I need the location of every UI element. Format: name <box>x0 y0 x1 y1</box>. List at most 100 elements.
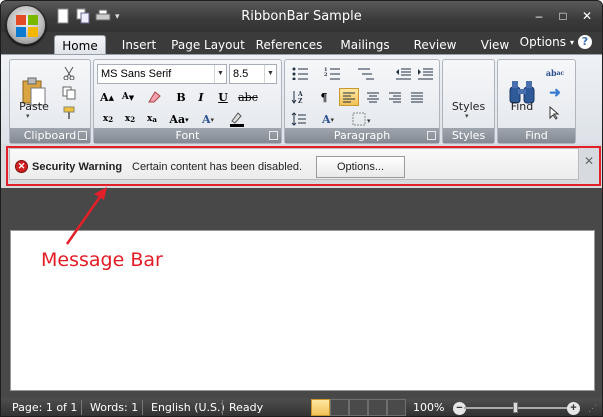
superscript-alt-icon[interactable]: xa <box>142 110 162 128</box>
font-group-label: Font <box>94 128 281 143</box>
borders-icon[interactable]: ▾ <box>349 110 375 128</box>
draft-icon[interactable] <box>387 399 406 416</box>
subscript-icon[interactable]: x2 <box>98 110 118 128</box>
minimize-icon[interactable]: – <box>528 7 550 25</box>
line-spacing-icon[interactable] <box>289 110 309 128</box>
font-size-combo[interactable]: 8.5 ▼ <box>229 64 277 84</box>
tab-mailings[interactable]: Mailings <box>336 35 394 55</box>
tab-insert[interactable]: Insert <box>115 35 163 55</box>
clear-formatting-icon[interactable] <box>144 88 164 106</box>
change-case-button[interactable]: Aa ▾ <box>164 110 194 128</box>
change-case-glyph: Aa <box>169 112 186 126</box>
svg-text:2: 2 <box>324 72 328 78</box>
full-screen-reading-icon[interactable] <box>330 399 349 416</box>
message-bar-highlight <box>6 146 601 186</box>
tab-view[interactable]: View <box>476 35 514 55</box>
underline-button[interactable]: U <box>214 88 232 106</box>
resize-grip-icon[interactable]: ⋰ <box>588 403 597 414</box>
view-buttons <box>311 399 406 416</box>
svg-text:Z: Z <box>298 98 303 104</box>
shrink-font-button[interactable]: A ▼ <box>119 88 137 106</box>
help-icon[interactable]: ? <box>578 35 592 49</box>
zoom-in-icon[interactable]: + <box>567 402 580 415</box>
paste-dropdown-icon[interactable]: ▾ <box>26 112 30 120</box>
grow-font-button[interactable]: A ▲ <box>98 88 116 106</box>
goto-arrow-icon[interactable]: ➜ <box>546 84 564 102</box>
font-name-value: MS Sans Serif <box>101 68 172 80</box>
web-layout-icon[interactable] <box>349 399 368 416</box>
format-painter-icon[interactable] <box>60 104 78 122</box>
title-bar: ▾ RibbonBar Sample – □ ✕ <box>1 1 602 32</box>
font-name-combo[interactable]: MS Sans Serif ▼ <box>97 64 227 84</box>
font-launcher-icon[interactable] <box>269 131 278 140</box>
italic-button[interactable]: I <box>192 88 210 106</box>
tab-references[interactable]: References <box>254 35 324 55</box>
window-controls: – □ ✕ <box>528 7 598 25</box>
decrease-indent-icon[interactable] <box>393 64 413 82</box>
numbering-icon[interactable]: 12 <box>321 64 349 82</box>
highlight-color-icon[interactable] <box>224 110 252 128</box>
ribbon: Paste ▾ Clipboard MS Sans Serif ▼ 8.5 ▼ <box>1 54 602 144</box>
chevron-down-icon: ▼ <box>214 65 226 83</box>
outline-icon[interactable] <box>368 399 387 416</box>
sort-icon[interactable]: AZ <box>289 88 309 106</box>
paste-label: Paste <box>19 100 49 113</box>
find-group-label: Find <box>498 128 575 143</box>
bold-button[interactable]: B <box>172 88 190 106</box>
svg-text:▾: ▾ <box>367 116 371 125</box>
app-window: ▾ RibbonBar Sample – □ ✕ Home Insert Pag… <box>0 0 603 417</box>
font-group: MS Sans Serif ▼ 8.5 ▼ A ▲ A ▼ B I U abc x2… <box>93 59 282 144</box>
shading-icon[interactable]: A ▾ <box>315 110 341 128</box>
multilevel-list-icon[interactable] <box>353 64 381 82</box>
zoom-slider[interactable] <box>464 407 572 409</box>
paragraph-group: 12 AZ ¶ A ▾ ▾ Paragraph <box>284 59 440 144</box>
svg-text:A: A <box>297 91 303 98</box>
align-center-icon[interactable] <box>363 88 383 106</box>
options-menu[interactable]: Options ▾ ? <box>520 35 592 49</box>
status-bar: Page: 1 of 1 Words: 1 English (U.S.) Rea… <box>1 398 602 416</box>
status-ready: Ready <box>229 401 264 414</box>
align-right-icon[interactable] <box>385 88 405 106</box>
find-group: Find ab ac ➜ Find <box>497 59 576 144</box>
close-icon[interactable]: ✕ <box>576 7 598 25</box>
bullets-icon[interactable] <box>289 64 317 82</box>
increase-indent-icon[interactable] <box>415 64 435 82</box>
zoom-slider-thumb[interactable] <box>513 402 518 413</box>
tab-home[interactable]: Home <box>54 35 106 55</box>
shrink-font-glyph: A <box>121 92 129 102</box>
styles-group[interactable]: Styles ▾ Styles <box>442 59 495 144</box>
clipboard-group: Paste ▾ Clipboard <box>9 59 91 144</box>
align-left-icon[interactable] <box>339 88 359 106</box>
replace-icon[interactable]: ab ac <box>546 64 564 82</box>
zoom-level[interactable]: 100% <box>413 401 444 414</box>
status-language: English (U.S.) <box>151 401 225 414</box>
tab-review[interactable]: Review <box>410 35 460 55</box>
justify-icon[interactable] <box>407 88 427 106</box>
annotation-label: Message Bar <box>41 249 163 271</box>
strikethrough-button[interactable]: abc <box>236 88 260 106</box>
chevron-down-icon: ▾ <box>569 37 574 47</box>
grow-font-glyph: A <box>100 90 109 104</box>
tab-page-layout[interactable]: Page Layout <box>171 35 245 55</box>
maximize-icon[interactable]: □ <box>552 7 574 25</box>
ribbon-tabs: Home Insert Page Layout References Maili… <box>1 32 602 55</box>
clipboard-launcher-icon[interactable] <box>78 131 87 140</box>
status-words: Words: 1 <box>90 401 139 414</box>
office-logo-icon <box>16 15 38 37</box>
status-divider <box>81 400 82 415</box>
paragraph-group-label: Paragraph <box>285 128 439 143</box>
font-color-glyph: A <box>201 112 211 126</box>
copy-icon[interactable] <box>60 84 78 102</box>
show-formatting-button[interactable]: ¶ <box>315 88 333 106</box>
print-layout-icon[interactable] <box>311 399 330 416</box>
chevron-down-icon: ▾ <box>465 113 469 120</box>
cut-icon[interactable] <box>60 64 78 82</box>
font-color-button[interactable]: A ▾ <box>198 110 218 128</box>
status-divider <box>222 400 223 415</box>
chevron-down-icon: ▼ <box>264 65 276 83</box>
application-button[interactable] <box>6 5 46 45</box>
superscript-icon[interactable]: x2 <box>120 110 140 128</box>
styles-group-label: Styles <box>443 128 494 143</box>
select-cursor-icon[interactable] <box>546 104 564 122</box>
paragraph-launcher-icon[interactable] <box>427 131 436 140</box>
